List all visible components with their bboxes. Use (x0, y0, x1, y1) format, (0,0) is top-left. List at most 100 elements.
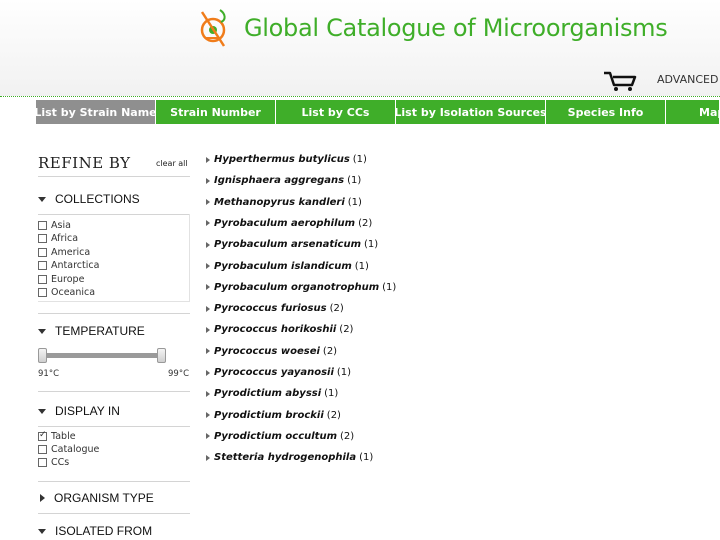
collection-checkbox-asia[interactable]: Asia (38, 220, 71, 231)
display-checkbox-catalogue[interactable]: Catalogue (38, 444, 99, 455)
species-list-item[interactable]: Hyperthermus butylicus (1) (206, 154, 367, 165)
tab-list-by-strain-name[interactable]: List by Strain Name (36, 100, 156, 124)
display-option-label: CCs (51, 457, 70, 468)
chevron-down-icon (38, 196, 46, 202)
collection-label: America (51, 247, 91, 258)
clear-all-link[interactable]: clear all (156, 159, 188, 168)
temperature-max-label: 99°C (168, 369, 190, 379)
organism-type-label: ORGANISM TYPE (54, 491, 154, 505)
isolated-from-toggle[interactable]: ISOLATED FROM (38, 524, 152, 538)
advanced-search-link[interactable]: ADVANCED (657, 73, 718, 86)
species-list-item[interactable]: Pyrobaculum organotrophum (1) (206, 282, 396, 293)
species-list-item[interactable]: Pyrobaculum aerophilum (2) (206, 218, 372, 229)
checkbox[interactable] (38, 275, 47, 284)
species-list-item[interactable]: Pyrococcus furiosus (2) (206, 303, 344, 314)
tab-list-by-isolation-sources[interactable]: List by Isolation Sources (396, 100, 546, 124)
species-count: (1) (352, 154, 367, 165)
collection-checkbox-oceanica[interactable]: Oceanica (38, 287, 95, 298)
species-count: (1) (382, 281, 397, 293)
species-count: (1) (347, 196, 362, 208)
temperature-toggle[interactable]: TEMPERATURE (38, 324, 145, 338)
caret-right-icon (206, 284, 210, 291)
collection-label: Antarctica (51, 260, 100, 271)
species-count: (1) (354, 260, 369, 272)
species-list-item[interactable]: Stetteria hydrogenophila (1) (206, 452, 373, 463)
organism-type-toggle[interactable]: ORGANISM TYPE (38, 491, 154, 505)
species-list-item[interactable]: Pyrobaculum islandicum (1) (206, 261, 369, 272)
species-name-link[interactable]: Hyperthermus butylicus (214, 154, 350, 165)
chevron-down-icon (38, 408, 46, 414)
divider (38, 513, 190, 514)
species-name-link[interactable]: Pyrobaculum islandicum (214, 261, 352, 272)
caret-right-icon (206, 348, 210, 355)
display-option-label: Table (51, 431, 76, 442)
display-checkbox-table[interactable]: Table (38, 430, 76, 442)
species-count: (1) (347, 175, 362, 187)
species-list-item[interactable]: Pyrodictium occultum (2) (206, 431, 354, 442)
display-in-label: DISPLAY IN (55, 404, 120, 418)
species-name-link[interactable]: Ignisphaera aggregans (214, 175, 344, 186)
collection-checkbox-america[interactable]: America (38, 247, 90, 258)
checkbox-checked[interactable] (38, 430, 47, 441)
checkbox[interactable] (38, 288, 47, 297)
species-name-link[interactable]: Pyrodictium brockii (214, 410, 324, 421)
species-name-link[interactable]: Pyrococcus furiosus (214, 303, 327, 314)
species-count: (2) (339, 430, 355, 442)
collections-toggle[interactable]: COLLECTIONS (38, 192, 140, 206)
caret-right-icon (206, 305, 210, 312)
species-list-item[interactable]: Methanopyrus kandleri (1) (206, 197, 362, 208)
collection-checkbox-africa[interactable]: Africa (38, 233, 78, 244)
checkbox[interactable] (38, 445, 47, 454)
species-name-link[interactable]: Methanopyrus kandleri (214, 197, 345, 208)
display-in-toggle[interactable]: DISPLAY IN (38, 404, 120, 418)
checkbox[interactable] (38, 458, 47, 467)
tab-list-by-ccs[interactable]: List by CCs (276, 100, 396, 124)
tab-map[interactable]: Map (666, 100, 720, 124)
collection-checkbox-europe[interactable]: Europe (38, 274, 84, 285)
checkbox[interactable] (38, 221, 47, 230)
cart-icon[interactable] (602, 70, 638, 92)
temperature-slider-handle-min[interactable] (38, 348, 47, 363)
caret-right-icon (206, 433, 210, 440)
checkbox[interactable] (38, 261, 47, 270)
display-checkbox-ccs[interactable]: CCs (38, 457, 69, 468)
caret-right-icon (206, 263, 210, 269)
caret-right-icon (206, 369, 210, 376)
chevron-down-icon (38, 528, 46, 534)
species-list-item[interactable]: Pyrococcus horikoshii (2) (206, 324, 353, 335)
species-name-link[interactable]: Pyrodictium occultum (214, 431, 337, 442)
species-count: (1) (359, 452, 374, 464)
tab-species-info[interactable]: Species Info (546, 100, 666, 124)
divider (38, 313, 190, 314)
divider (38, 176, 190, 177)
species-list-item[interactable]: Ignisphaera aggregans (1) (206, 175, 361, 186)
refine-by-title: REFINE BY (38, 154, 131, 172)
species-name-link[interactable]: Pyrococcus horikoshii (214, 324, 336, 335)
species-name-link[interactable]: Pyrobaculum organotrophum (214, 282, 379, 293)
collection-checkbox-antarctica[interactable]: Antarctica (38, 260, 99, 271)
species-list-item[interactable]: Pyrobaculum arsenaticum (1) (206, 239, 378, 250)
species-count: (2) (322, 345, 338, 357)
divider (38, 391, 190, 392)
temperature-slider-track[interactable] (38, 353, 166, 358)
collection-label: Asia (51, 220, 71, 231)
species-list-item[interactable]: Pyrococcus yayanosii (1) (206, 367, 351, 378)
species-name-link[interactable]: Pyrococcus woesei (214, 346, 320, 357)
species-list-item[interactable]: Pyrococcus woesei (2) (206, 346, 337, 357)
caret-right-icon (206, 412, 210, 419)
species-name-link[interactable]: Pyrodictium abyssi (214, 388, 321, 399)
checkbox[interactable] (38, 248, 47, 257)
species-name-link[interactable]: Pyrobaculum aerophilum (214, 218, 355, 229)
species-name-link[interactable]: Pyrococcus yayanosii (214, 367, 334, 378)
caret-right-icon (206, 241, 210, 248)
temperature-slider-handle-max[interactable] (157, 348, 166, 363)
species-name-link[interactable]: Stetteria hydrogenophila (214, 452, 356, 463)
tab-strain-number[interactable]: Strain Number (156, 100, 276, 124)
species-count: (2) (329, 303, 344, 315)
chevron-down-icon (38, 328, 46, 334)
species-list-item[interactable]: Pyrodictium abyssi (1) (206, 388, 338, 399)
checkbox[interactable] (38, 234, 47, 243)
species-list-item[interactable]: Pyrodictium brockii (2) (206, 410, 341, 421)
collection-label: Africa (51, 233, 79, 244)
species-name-link[interactable]: Pyrobaculum arsenaticum (214, 239, 361, 250)
